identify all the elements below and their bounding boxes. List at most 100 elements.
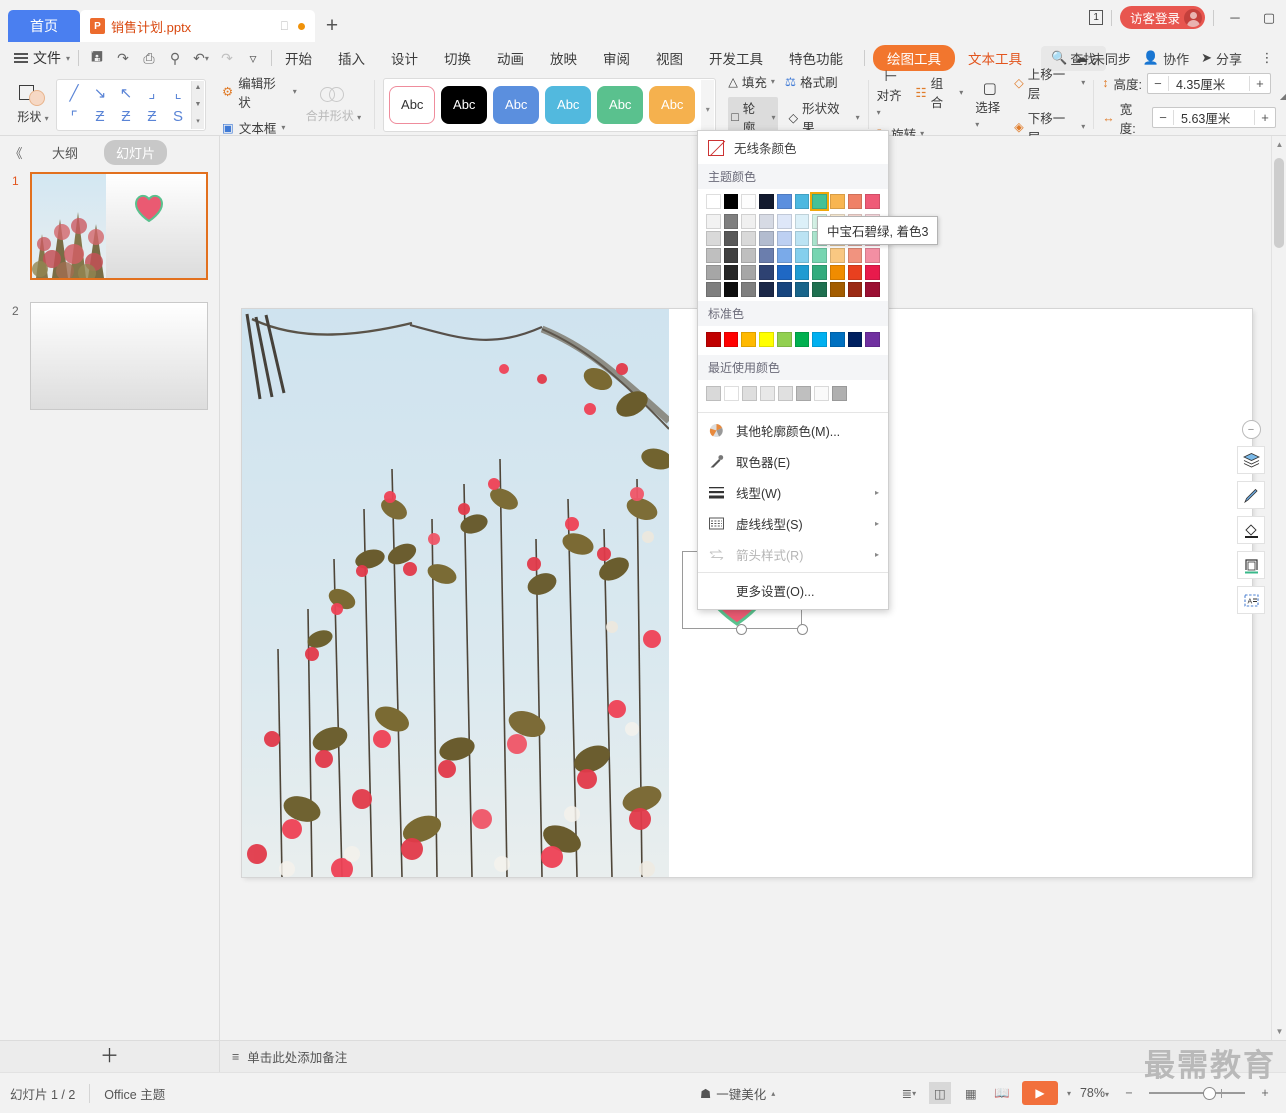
theme-color-swatch-r3-0[interactable] — [706, 248, 721, 263]
minimize-button[interactable]: － — [1222, 8, 1248, 27]
eyedropper-item[interactable]: 取色器(E) — [698, 446, 888, 477]
theme-color-swatch-r2-0[interactable] — [706, 231, 721, 246]
edit-shape-button[interactable]: ⚙ 编辑形状 ▾ — [222, 73, 297, 111]
theme-color-swatch-r0-7[interactable] — [829, 194, 845, 209]
slide-image[interactable] — [242, 309, 669, 877]
style-gallery-scroll[interactable]: ▾ — [701, 79, 715, 130]
tab-outline[interactable]: 大纲 — [40, 140, 90, 165]
shape-style-5[interactable]: Abc — [649, 85, 696, 124]
sidebar-scrollbar[interactable] — [213, 136, 219, 1040]
more-settings-item[interactable]: 更多设置(O)... — [698, 575, 888, 606]
tab-insert[interactable]: 插入 — [325, 45, 378, 71]
ribbon-expand-icon[interactable]: ◢ — [1280, 92, 1286, 101]
standard-color-swatch-1[interactable] — [723, 332, 739, 347]
theme-color-swatch-r3-3[interactable] — [759, 248, 774, 263]
shape-style-3[interactable]: Abc — [545, 85, 592, 124]
share-button[interactable]: ➤ 分享 — [1201, 49, 1242, 68]
width-stepper[interactable]: − 5.63厘米 + — [1152, 107, 1277, 128]
frame-icon[interactable] — [1237, 551, 1265, 579]
slide-thumbnail-1[interactable]: 1 — [12, 172, 211, 282]
theme-color-swatch-r3-7[interactable] — [829, 248, 845, 263]
align-button[interactable]: ⊢ 对齐▾ — [877, 67, 906, 118]
standard-color-swatch-5[interactable] — [794, 332, 810, 347]
dash-style-item[interactable]: 虚线线型(S) ▸ — [698, 508, 888, 539]
scroll-expand-icon[interactable]: ▾ — [192, 115, 204, 129]
theme-color-swatch-r4-3[interactable] — [759, 265, 774, 280]
shape-curve-arrow-icon[interactable]: Ƶ — [113, 105, 139, 129]
theme-color-swatch-r2-1[interactable] — [723, 231, 739, 246]
shape-elbow-icon[interactable]: ⌟ — [139, 81, 165, 105]
theme-color-swatch-r5-9[interactable] — [865, 282, 881, 297]
theme-color-swatch-r0-5[interactable] — [794, 194, 810, 209]
group-button[interactable]: ☷ 组合 ▾ — [915, 73, 963, 111]
layout-options-icon[interactable]: ≣ ▾ — [898, 1082, 920, 1104]
resize-handle-bm[interactable] — [736, 624, 747, 635]
undo-icon[interactable]: ↶ ▾ — [189, 46, 213, 70]
scroll-up-icon[interactable]: ▲ — [192, 81, 204, 95]
theme-color-swatch-r0-0[interactable] — [706, 194, 721, 209]
tab-dev-tools[interactable]: 开发工具 — [696, 45, 776, 71]
zoom-slider[interactable] — [1149, 1086, 1245, 1100]
tab-review[interactable]: 审阅 — [590, 45, 643, 71]
tab-transition[interactable]: 切换 — [431, 45, 484, 71]
theme-color-swatch-r4-4[interactable] — [776, 265, 792, 280]
theme-color-swatch-r2-4[interactable] — [776, 231, 792, 246]
shape-line-icon[interactable]: ╱ — [61, 81, 87, 105]
collaborate-button[interactable]: 👤 协作 — [1143, 49, 1189, 68]
home-tab[interactable]: 首页 — [8, 10, 80, 42]
scroll-down-icon[interactable]: ▼ — [192, 98, 204, 112]
theme-color-swatch-r3-8[interactable] — [847, 248, 863, 263]
theme-color-swatch-r5-8[interactable] — [847, 282, 863, 297]
recent-color-swatch-0[interactable] — [706, 386, 721, 401]
fill-bucket-icon[interactable] — [1237, 516, 1265, 544]
theme-color-swatch-r3-6[interactable] — [812, 248, 827, 263]
layers-icon[interactable] — [1237, 446, 1265, 474]
shape-style-4[interactable]: Abc — [597, 85, 644, 124]
theme-color-swatch-r4-1[interactable] — [723, 265, 739, 280]
theme-color-swatch-r4-6[interactable] — [812, 265, 827, 280]
recent-color-swatch-7[interactable] — [832, 386, 847, 401]
theme-color-swatch-r4-5[interactable] — [794, 265, 810, 280]
text-box-button[interactable]: ▣ 文本框 ▾ — [222, 118, 297, 137]
theme-color-swatch-r1-5[interactable] — [794, 214, 810, 229]
theme-color-swatch-r0-8[interactable] — [847, 194, 863, 209]
theme-color-swatch-r5-1[interactable] — [723, 282, 739, 297]
zoom-level-label[interactable]: 78%▾ — [1080, 1086, 1109, 1100]
theme-color-swatch-r5-4[interactable] — [776, 282, 792, 297]
theme-color-swatch-r1-2[interactable] — [741, 214, 757, 229]
shapes-button[interactable]: 形状 ▾ — [10, 84, 56, 125]
present-monitor-icon[interactable]: ⎕ — [281, 19, 288, 34]
theme-color-swatch-r4-0[interactable] — [706, 265, 721, 280]
scroll-more-icon[interactable]: ▾ — [706, 105, 710, 114]
standard-color-swatch-0[interactable] — [706, 332, 721, 347]
shape-gallery-scroll[interactable]: ▲ ▼ ▾ — [191, 80, 204, 129]
standard-color-swatch-3[interactable] — [759, 332, 774, 347]
print-icon[interactable]: ⎙ — [137, 46, 161, 70]
scroll-thumb[interactable] — [1274, 158, 1284, 248]
shape-style-0[interactable]: Abc — [389, 85, 436, 124]
theme-color-swatch-r5-2[interactable] — [741, 282, 757, 297]
shape-double-arrow-icon[interactable]: ↖ — [113, 81, 139, 105]
shape-elbow-arrow-icon[interactable]: ⌞ — [165, 81, 191, 105]
standard-color-swatch-9[interactable] — [865, 332, 881, 347]
tab-start[interactable]: 开始 — [272, 45, 325, 71]
maximize-button[interactable]: ▢ — [1256, 10, 1282, 26]
theme-color-swatch-r1-3[interactable] — [759, 214, 774, 229]
more-outline-colors-item[interactable]: 其他轮廓颜色(M)... — [698, 415, 888, 446]
theme-color-swatch-r0-9[interactable] — [865, 194, 881, 209]
canvas-vertical-scrollbar[interactable]: ▲ ▼ — [1271, 136, 1286, 1040]
theme-color-swatch-r5-5[interactable] — [794, 282, 810, 297]
standard-color-swatch-8[interactable] — [847, 332, 863, 347]
theme-color-swatch-r0-4[interactable] — [776, 194, 792, 209]
tab-features[interactable]: 特色功能 — [776, 45, 856, 71]
play-options-chevron-icon[interactable]: ▾ — [1067, 1089, 1071, 1098]
tab-slideshow[interactable]: 放映 — [537, 45, 590, 71]
recent-color-swatch-2[interactable] — [742, 386, 757, 401]
theme-color-swatch-r0-1[interactable] — [723, 194, 739, 209]
text-alt-icon[interactable]: A — [1237, 586, 1265, 614]
theme-color-swatch-r3-9[interactable] — [865, 248, 881, 263]
theme-color-swatch-r3-2[interactable] — [741, 248, 757, 263]
theme-color-swatch-r3-4[interactable] — [776, 248, 792, 263]
zoom-slider-knob[interactable] — [1203, 1086, 1216, 1100]
theme-color-swatch-r3-1[interactable] — [723, 248, 739, 263]
